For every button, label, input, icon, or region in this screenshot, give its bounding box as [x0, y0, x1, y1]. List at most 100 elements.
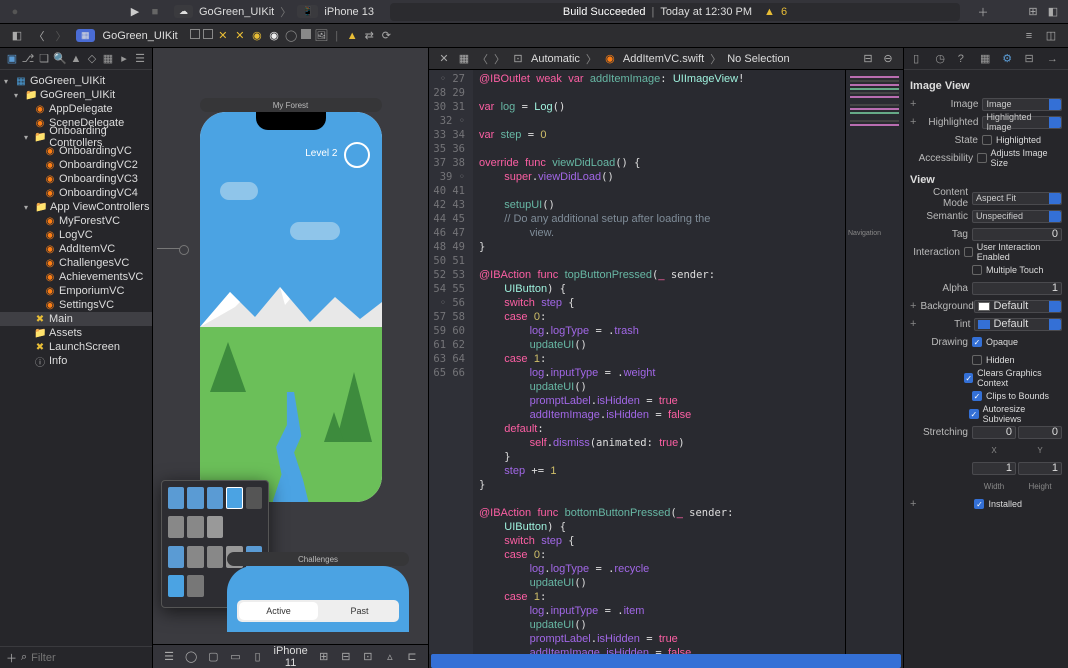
test-nav-icon[interactable]: ◇	[87, 53, 98, 64]
run-button[interactable]: ▶	[128, 5, 142, 19]
vc-adjust[interactable]: ⇄	[362, 28, 376, 42]
library-button[interactable]: ⊞	[1026, 5, 1040, 19]
vc-square-1[interactable]	[190, 29, 200, 39]
vc-image[interactable]: 🖼	[314, 28, 328, 42]
project-tree[interactable]: ▾▦GoGreen_UIKit ▾📁GoGreen_UIKit ◉AppDele…	[0, 70, 152, 646]
minimap[interactable]: Navigation	[845, 70, 903, 654]
alpha-field[interactable]: 1	[972, 282, 1062, 295]
source-control-icon[interactable]: ⎇	[23, 53, 34, 64]
canvas-align-3[interactable]: ⊡	[362, 650, 374, 664]
tint-field[interactable]: Default	[974, 318, 1062, 331]
content-mode-select[interactable]: Aspect Fit	[972, 192, 1062, 205]
stop-button[interactable]: ■	[148, 5, 162, 19]
canvas-opt-3[interactable]: ▭	[229, 650, 241, 664]
interface-builder-canvas[interactable]: My Forest Level 2	[153, 48, 429, 668]
code-area[interactable]: @IBOutlet weak var addItemImage: UIImage…	[473, 70, 845, 654]
forward-button[interactable]: 〉	[54, 29, 68, 43]
image-field[interactable]: Image	[982, 98, 1062, 111]
seg-past[interactable]: Past	[320, 600, 399, 622]
stretch-x[interactable]: 0	[972, 426, 1016, 439]
vc-circle-2[interactable]: ◉	[267, 28, 281, 42]
breakpoint-nav-icon[interactable]: ▸	[119, 53, 130, 64]
gutter[interactable]: ◦ 27 28 29 30 31 32 ◦ 33 34 35 36 37 38 …	[429, 70, 473, 654]
back-button[interactable]: 〈	[32, 29, 46, 43]
uie-checkbox[interactable]	[964, 247, 973, 257]
inspectors-toggle[interactable]: ◧	[1046, 5, 1060, 19]
size-insp-icon[interactable]: ⊟	[1025, 52, 1037, 65]
tab-title[interactable]: GoGreen_UIKit	[103, 30, 178, 42]
close-tab[interactable]: ✕	[437, 52, 451, 66]
warning-count[interactable]: 6	[781, 6, 787, 18]
close-traffic-light[interactable]: ●	[8, 5, 22, 19]
report-nav-icon[interactable]: ☰	[135, 53, 146, 64]
file-additem[interactable]: ◉AddItemVC	[0, 242, 152, 256]
background-field[interactable]: Default	[974, 300, 1062, 313]
acc-checkbox[interactable]	[977, 153, 986, 163]
attributes-insp-icon[interactable]: ⚙	[1002, 52, 1014, 65]
canvas-align-1[interactable]: ⊞	[318, 650, 330, 664]
state-checkbox[interactable]	[982, 135, 992, 145]
help-insp-icon[interactable]: ?	[958, 53, 970, 65]
connections-insp-icon[interactable]: →	[1047, 53, 1059, 65]
add-file-button[interactable]: ＋	[6, 651, 17, 665]
installed-checkbox[interactable]: ✓	[974, 499, 984, 509]
canvas-align-4[interactable]: ▵	[384, 650, 396, 664]
hidden-checkbox[interactable]	[972, 355, 982, 365]
opaque-checkbox[interactable]: ✓	[972, 337, 982, 347]
editor-close[interactable]: ⊖	[881, 52, 895, 66]
file-achievements[interactable]: ◉AchievementsVC	[0, 270, 152, 284]
navigator-toggle[interactable]: ◧	[10, 29, 24, 43]
jump-bar[interactable]: ✕ ▦ 〈〉 ⊡ Automatic 〉 ◉ AddItemVC.swift 〉…	[429, 48, 903, 70]
file-settings[interactable]: ◉SettingsVC	[0, 298, 152, 312]
project-nav-icon[interactable]: ▣	[7, 53, 18, 64]
file-challenges[interactable]: ◉ChallengesVC	[0, 256, 152, 270]
seg-active[interactable]: Active	[239, 602, 318, 620]
folder-appvc[interactable]: ▾📁App ViewControllers	[0, 200, 152, 214]
file-main-storyboard[interactable]: ✖Main	[0, 312, 152, 326]
file-insp-icon[interactable]: ▯	[913, 52, 925, 65]
stretch-h[interactable]: 1	[1018, 462, 1062, 475]
phone-preview-2[interactable]: Active Past	[227, 566, 409, 632]
file-myforest[interactable]: ◉MyForestVC	[0, 214, 152, 228]
jump-selection[interactable]: No Selection	[727, 53, 789, 65]
file-log[interactable]: ◉LogVC	[0, 228, 152, 242]
phone-preview[interactable]: Level 2	[200, 112, 382, 502]
vc-close-1[interactable]: ✕	[216, 28, 230, 42]
file-ob2[interactable]: ◉OnboardingVC2	[0, 158, 152, 172]
vc-square-3[interactable]	[301, 29, 311, 39]
split-editor[interactable]: ◫	[1044, 29, 1058, 43]
file-emporium[interactable]: ◉EmporiumVC	[0, 284, 152, 298]
device-name[interactable]: iPhone 13	[324, 6, 374, 18]
tree-project[interactable]: ▾📁GoGreen_UIKit	[0, 88, 152, 102]
outline-toggle[interactable]: ☰	[163, 650, 175, 664]
identity-insp-icon[interactable]: ▦	[980, 52, 992, 65]
canvas-opt-1[interactable]: ◯	[185, 650, 197, 664]
file-ob3[interactable]: ◉OnboardingVC3	[0, 172, 152, 186]
stretch-w[interactable]: 1	[972, 462, 1016, 475]
file-launchscreen[interactable]: ✖LaunchScreen	[0, 340, 152, 354]
stretch-y[interactable]: 0	[1018, 426, 1062, 439]
vc-close-2[interactable]: ✕	[233, 28, 247, 42]
autoresize-checkbox[interactable]: ✓	[969, 409, 979, 419]
editor-options[interactable]: ≡	[1022, 29, 1036, 43]
canvas-opt-2[interactable]: ▢	[207, 650, 219, 664]
debug-bar[interactable]	[431, 654, 901, 668]
tag-field[interactable]: 0	[972, 228, 1062, 241]
vc-reload[interactable]: ⟳	[379, 28, 393, 42]
folder-onboarding[interactable]: ▾📁Onboarding Controllers	[0, 130, 152, 144]
jump-automatic[interactable]: Automatic	[531, 53, 580, 65]
scene-header-1[interactable]: My Forest	[200, 98, 382, 112]
file-info[interactable]: ⓘInfo	[0, 354, 152, 368]
highlighted-field[interactable]: Highlighted Image	[982, 116, 1062, 129]
clears-checkbox[interactable]: ✓	[964, 373, 973, 383]
find-nav-icon[interactable]: 🔍	[55, 53, 66, 64]
vc-circle-1[interactable]: ◉	[250, 28, 264, 42]
vc-square-2[interactable]	[203, 29, 213, 39]
canvas-align-2[interactable]: ⊟	[340, 650, 352, 664]
file-ob1[interactable]: ◉OnboardingVC	[0, 144, 152, 158]
vc-warn[interactable]: ▲	[345, 29, 359, 43]
canvas-opt-4[interactable]: ▯	[251, 650, 263, 664]
file-assets[interactable]: 📁Assets	[0, 326, 152, 340]
canvas-device[interactable]: iPhone 11	[274, 645, 308, 668]
segmented-control[interactable]: Active Past	[237, 600, 399, 622]
